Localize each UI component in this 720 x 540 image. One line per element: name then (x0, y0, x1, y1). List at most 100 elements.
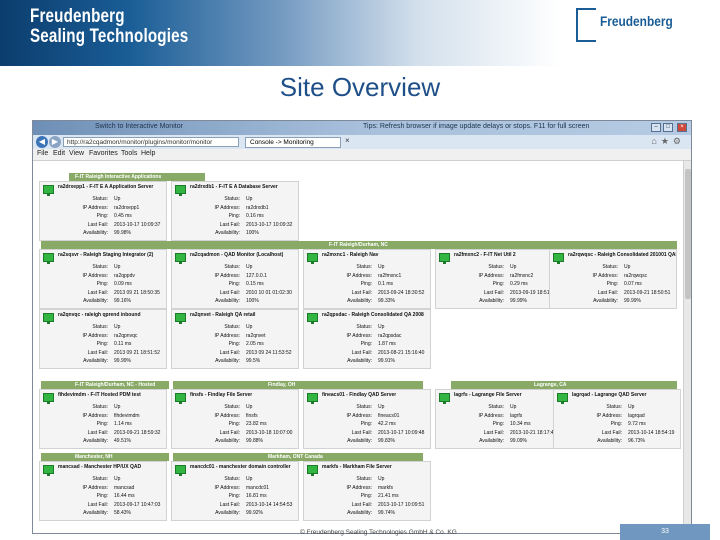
status-value: 1.87 ms (378, 341, 396, 347)
menu-file[interactable]: File (37, 150, 48, 157)
status-label: Status: (488, 264, 504, 270)
menu-help[interactable]: Help (141, 150, 155, 157)
server-status-card[interactable]: ra2qpsdac - Raleigh Consolidated QA 2008… (303, 309, 431, 369)
server-status-card[interactable]: mancdc01 - manchester domain controller S… (171, 461, 299, 521)
server-status-card[interactable]: fineacs01 - Findlay QAD Server Status: Up I… (303, 389, 431, 449)
status-row: Status: Up (440, 264, 560, 271)
server-status-card[interactable]: ra2fmxnc2 - F-IT Net Util 2 Status: Up IP A… (435, 249, 563, 309)
tab-monitoring[interactable]: Console -> Monitoring (245, 137, 341, 148)
status-row: Availability: 99.83% (308, 438, 428, 445)
server-status-card[interactable]: ra2qnvet - Raleigh QA retail Status: Up IP … (171, 309, 299, 369)
monitor-up-icon (557, 393, 568, 404)
status-row: Availability: 99.99% (554, 298, 674, 305)
forward-button[interactable]: ▶ (49, 136, 61, 148)
status-label: Ping: (228, 281, 240, 287)
server-status-card[interactable]: fihdevimdm - F-IT Hosted PDM test Status:… (39, 389, 167, 449)
status-row: Ping: 0.11 ms (44, 341, 164, 348)
status-label: Availability: (215, 438, 240, 444)
status-row: Last Fail: 2010 10 01 01:02:30 (176, 290, 296, 297)
slide-title: Site Overview (279, 72, 441, 102)
status-value: 0.45 ms (114, 213, 132, 219)
status-value: 16.44 ms (114, 493, 135, 499)
monitor-up-icon (43, 465, 54, 476)
status-row: Ping: 0.09 ms (44, 281, 164, 288)
status-value: 42.2 ms (378, 421, 396, 427)
status-label: IP Address: (214, 204, 240, 211)
status-value: 2013-10-17 10:09:37 (114, 221, 161, 228)
status-label: Ping: (96, 281, 108, 287)
menu-view[interactable]: View (69, 150, 84, 157)
server-status-card[interactable]: ra2mxnc1 - Raleigh Nav Status: Up IP Addres… (303, 249, 431, 309)
server-title: ra2qnvet - Raleigh QA retail (190, 312, 256, 318)
back-button[interactable]: ◀ (36, 136, 48, 148)
status-row: Ping: 2.05 ms (176, 341, 296, 348)
server-status-card[interactable]: ra2rqwqsc - Raleigh Consolidated 201001 … (549, 249, 677, 309)
status-row: Status: Up (308, 404, 428, 411)
status-label: IP Address: (82, 332, 108, 339)
status-value: 16.81 ms (246, 493, 267, 499)
status-value: 2013-09-21 18:59:32 (114, 429, 161, 436)
status-label: Last Fail: (87, 221, 108, 228)
status-row: Ping: 1.87 ms (308, 341, 428, 348)
maximize-button[interactable]: □ (663, 123, 673, 132)
monitor-up-icon (439, 393, 450, 404)
status-value: 0.29 ms (510, 281, 528, 287)
status-label: Availability: (215, 358, 240, 364)
home-favorites-settings-icons[interactable]: ⌂★⚙ (651, 136, 685, 147)
status-row: Status: Up (176, 324, 296, 331)
status-value: ra2drxdb1 (246, 204, 269, 211)
scrollbar[interactable] (683, 161, 691, 533)
status-label: Last Fail: (87, 349, 108, 356)
group-header: F-IT Raleigh/Durham, NC (41, 241, 677, 249)
status-row: Last Fail: 2013-08-21 15:16:40 (308, 350, 428, 357)
status-label: Ping: (228, 421, 240, 427)
server-status-card[interactable]: ra2qnvqc - raleigh qprend inbound Status:… (39, 309, 167, 369)
status-row: Availability: 99.92% (176, 510, 296, 517)
minimize-button[interactable]: – (651, 123, 661, 132)
status-label: Ping: (228, 341, 240, 347)
status-row: Status: Up (44, 264, 164, 271)
status-value: 2013-09-24 18:30:52 (378, 289, 425, 296)
server-status-card[interactable]: markfs - Markham File Server Status: Up IP … (303, 461, 431, 521)
status-value: 0.07 ms (624, 281, 642, 287)
status-row: Availability: 99.33% (308, 298, 428, 305)
status-label: IP Address: (82, 204, 108, 211)
status-label: Ping: (492, 281, 504, 287)
status-value: Up (246, 476, 253, 482)
status-value: Up (510, 264, 517, 270)
status-row: Last Fail: 2013-10-17 10:09:32 (176, 222, 296, 229)
status-row: Ping: 0.15 ms (176, 281, 296, 288)
status-value: 127.0.0.1 (246, 272, 267, 279)
address-bar[interactable]: http://ra2cqadmon/monitor/plugins/monito… (63, 137, 239, 147)
status-label: Last Fail: (483, 289, 504, 296)
menu-edit[interactable]: Edit (53, 150, 65, 157)
server-status-card[interactable]: ra2drxdb1 - F-IT E A Database Server Stat… (171, 181, 299, 241)
status-row: Ping: 0.07 ms (554, 281, 674, 288)
status-value: fineacs01 (378, 412, 400, 419)
status-label: Ping: (96, 213, 108, 219)
server-title: fihdevimdm - F-IT Hosted PDM test (58, 392, 141, 398)
server-status-card[interactable]: lagrfs - Lagrange File Server Status: Up IP… (435, 389, 563, 449)
status-value: Up (114, 196, 121, 202)
page-number: 33 (620, 524, 710, 540)
status-label: Availability: (479, 298, 504, 304)
menu-tools[interactable]: Tools (121, 150, 137, 157)
status-value: Up (378, 404, 385, 410)
server-status-card[interactable]: ra2sqsvr - Raleigh Staging Integrator (2… (39, 249, 167, 309)
status-value: 1.14 ms (114, 421, 132, 427)
status-label: Availability: (347, 438, 372, 444)
status-label: Availability: (83, 298, 108, 304)
close-window-button[interactable]: × (677, 123, 687, 132)
tab-close-icon[interactable]: × (345, 136, 350, 145)
status-value: 99.99% (624, 298, 641, 304)
server-status-card[interactable]: ra2drxepp1 - F-IT E A Application Server… (39, 181, 167, 241)
status-label: Ping: (610, 421, 622, 427)
scroll-thumb[interactable] (685, 169, 691, 299)
server-status-card[interactable]: finsfs - Findlay File Server Status: Up IP … (171, 389, 299, 449)
status-label: IP Address: (346, 484, 372, 491)
server-status-card[interactable]: ra2cqadmon - QAD Monitor (Localhost) Stat… (171, 249, 299, 309)
status-value: 99.88% (246, 438, 263, 444)
server-status-card[interactable]: lagrqad - Lagrange QAD Server Status: Up IP… (553, 389, 681, 449)
menu-favorites[interactable]: Favorites (89, 150, 118, 157)
server-status-card[interactable]: mancsad - Manchester HP/UX QAD Status: Up I… (39, 461, 167, 521)
